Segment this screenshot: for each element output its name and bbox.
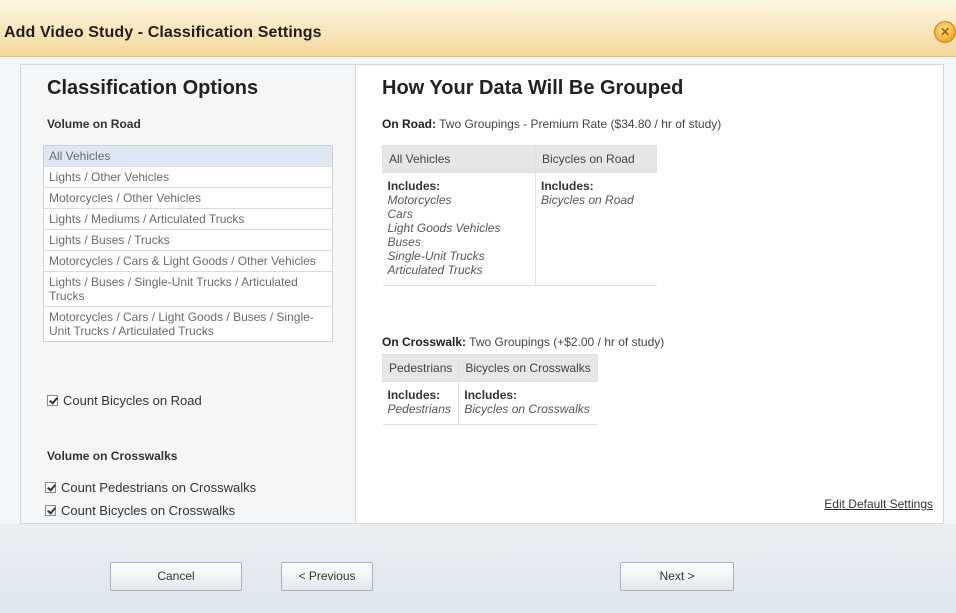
group-member: Pedestrians xyxy=(387,402,451,416)
checkbox-checked-icon[interactable] xyxy=(45,505,56,516)
on-crosswalk-label: On Crosswalk: xyxy=(382,335,467,349)
on-road-label: On Road: xyxy=(382,117,436,131)
group-member: Light Goods Vehicles xyxy=(387,221,501,235)
edit-default-settings-link[interactable]: Edit Default Settings xyxy=(824,497,933,511)
crosswalk-column-header: Pedestrians xyxy=(381,354,460,382)
road-group-cell: Includes: Motorcycles Cars Light Goods V… xyxy=(382,172,536,286)
group-member: Buses xyxy=(387,235,421,249)
classification-options-title: Classification Options xyxy=(47,77,259,99)
option-lights-other[interactable]: Lights / Other Vehicles xyxy=(44,167,332,188)
includes-label: Includes: xyxy=(387,388,441,402)
group-member: Bicycles on Road xyxy=(541,193,634,207)
crosswalk-group-cell: Includes: Bicycles on Crosswalks xyxy=(459,382,597,425)
checkbox-checked-icon[interactable] xyxy=(45,482,56,493)
count-pedestrians-crosswalks-checkbox[interactable]: Count Pedestrians on Crosswalks xyxy=(45,480,256,495)
option-lights-buses-trucks[interactable]: Lights / Buses / Trucks xyxy=(44,230,332,251)
count-bicycles-crosswalks-label: Count Bicycles on Crosswalks xyxy=(61,503,236,518)
classification-settings-dialog: Add Video Study - Classification Setting… xyxy=(0,0,956,613)
on-road-summary: On Road: Two Groupings - Premium Rate ($… xyxy=(382,117,721,131)
includes-label: Includes: xyxy=(541,179,594,193)
option-full-classification[interactable]: Motorcycles / Cars / Light Goods / Buses… xyxy=(44,307,332,341)
road-group-cell: Includes: Bicycles on Road xyxy=(536,173,657,286)
dialog-title: Add Video Study - Classification Setting… xyxy=(4,24,322,41)
count-pedestrians-crosswalks-label: Count Pedestrians on Crosswalks xyxy=(61,480,257,495)
data-grouping-title: How Your Data Will Be Grouped xyxy=(382,77,684,99)
classification-options-panel: Classification Options Volume on Road Al… xyxy=(21,65,356,523)
group-member: Single-Unit Trucks xyxy=(387,249,485,263)
crosswalk-group-cell: Includes: Pedestrians xyxy=(382,381,460,425)
option-motorcycles-cars-light-goods-other[interactable]: Motorcycles / Cars & Light Goods / Other… xyxy=(44,251,332,272)
group-member: Articulated Trucks xyxy=(387,263,483,277)
road-column-header: All Vehicles xyxy=(382,145,536,173)
on-crosswalk-summary: On Crosswalk: Two Groupings (+$2.00 / hr… xyxy=(382,335,664,349)
checkbox-checked-icon[interactable] xyxy=(47,395,58,406)
road-groupings-table: All Vehicles Bicycles on Road Includes: … xyxy=(382,145,657,286)
dialog-footer: Cancel < Previous Next > xyxy=(0,524,956,613)
classification-options-list: All Vehicles Lights / Other Vehicles Mot… xyxy=(43,145,333,342)
close-icon[interactable]: ✕ xyxy=(934,21,956,43)
option-all-vehicles[interactable]: All Vehicles xyxy=(44,146,332,167)
cancel-button[interactable]: Cancel xyxy=(110,562,242,591)
on-crosswalk-text: Two Groupings (+$2.00 / hr of study) xyxy=(469,335,665,349)
next-button[interactable]: Next > xyxy=(620,562,734,591)
option-motorcycles-other[interactable]: Motorcycles / Other Vehicles xyxy=(44,188,332,209)
group-member: Cars xyxy=(387,207,413,221)
road-column-header: Bicycles on Road xyxy=(535,145,657,173)
group-member: Bicycles on Crosswalks xyxy=(464,402,590,416)
option-lights-mediums-articulated[interactable]: Lights / Mediums / Articulated Trucks xyxy=(44,209,332,230)
dialog-content: Classification Options Volume on Road Al… xyxy=(20,64,944,524)
crosswalk-column-header: Bicycles on Crosswalks xyxy=(458,354,598,382)
crosswalk-groupings-table: Pedestrians Bicycles on Crosswalks Inclu… xyxy=(381,354,598,425)
group-member: Motorcycles xyxy=(387,193,452,207)
previous-button[interactable]: < Previous xyxy=(281,562,373,591)
includes-label: Includes: xyxy=(387,179,441,193)
on-road-text: Two Groupings - Premium Rate ($34.80 / h… xyxy=(439,117,722,131)
count-bicycles-road-label: Count Bicycles on Road xyxy=(63,393,202,408)
dialog-titlebar: Add Video Study - Classification Setting… xyxy=(0,0,956,57)
data-grouping-panel: How Your Data Will Be Grouped On Road: T… xyxy=(356,65,943,523)
volume-on-road-label: Volume on Road xyxy=(47,117,141,131)
count-bicycles-crosswalks-checkbox[interactable]: Count Bicycles on Crosswalks xyxy=(45,503,235,518)
volume-on-crosswalks-label: Volume on Crosswalks xyxy=(47,449,178,463)
option-lights-buses-single-unit-articulated[interactable]: Lights / Buses / Single-Unit Trucks / Ar… xyxy=(44,272,332,307)
includes-label: Includes: xyxy=(464,388,518,402)
count-bicycles-road-checkbox[interactable]: Count Bicycles on Road xyxy=(47,393,202,408)
